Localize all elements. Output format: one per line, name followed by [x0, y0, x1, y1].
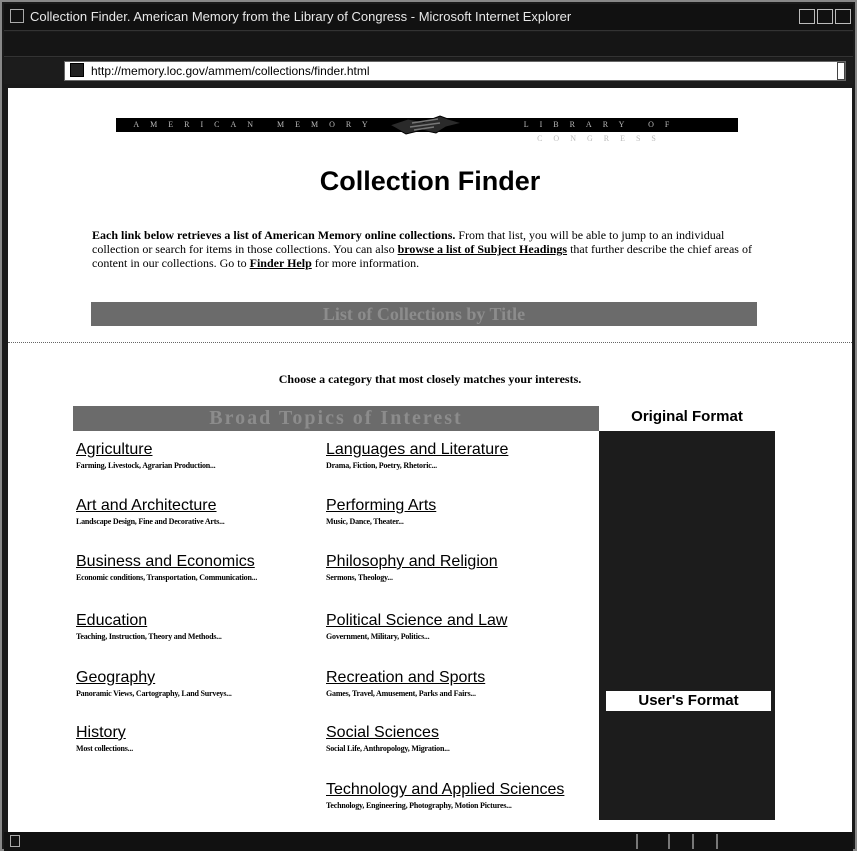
topic-link[interactable]: Philosophy and Religion [326, 553, 498, 571]
topic-description: Landscape Design, Fine and Decorative Ar… [76, 517, 225, 526]
address-bar: http://memory.loc.gov/ammem/collections/… [4, 58, 853, 84]
topic-link[interactable]: Technology and Applied Sciences [326, 781, 564, 799]
address-dropdown-button[interactable] [837, 62, 845, 80]
topic-link[interactable]: Performing Arts [326, 497, 436, 515]
format-panel [599, 431, 775, 820]
topic-link[interactable]: Education [76, 612, 222, 630]
toolbar [4, 32, 853, 57]
finder-help-link[interactable]: Finder Help [250, 256, 312, 270]
topic-description: Drama, Fiction, Poetry, Rhetoric... [326, 461, 437, 470]
intro-paragraph: Each link below retrieves a list of Amer… [92, 228, 767, 270]
topic-link[interactable]: Geography [76, 669, 232, 687]
status-bar [4, 832, 853, 851]
banner-left-text: AMERICAN MEMORY [133, 120, 379, 129]
page-icon [70, 63, 84, 77]
topic-geography: Geography Panoramic Views, Cartography, … [76, 669, 232, 698]
collections-by-title-button[interactable]: List of Collections by Title [91, 302, 757, 326]
topic-link[interactable]: Languages and Literature [326, 441, 508, 459]
topic-description: Teaching, Instruction, Theory and Method… [76, 632, 222, 641]
topic-social-sciences: Social Sciences Social Life, Anthropolog… [326, 724, 450, 753]
status-divider [692, 834, 694, 849]
american-memory-banner[interactable]: AMERICAN MEMORY LIBRARY OF CONGRESS [116, 115, 738, 143]
status-divider [716, 834, 718, 849]
topic-technology-and-applied-sciences: Technology and Applied Sciences Technolo… [326, 781, 564, 810]
window-title: Collection Finder. American Memory from … [30, 9, 572, 24]
topic-description: Music, Dance, Theater... [326, 517, 404, 526]
topic-link[interactable]: Business and Economics [76, 553, 257, 571]
topic-link[interactable]: Agriculture [76, 441, 215, 459]
topic-description: Social Life, Anthropology, Migration... [326, 744, 450, 753]
title-bar: Collection Finder. American Memory from … [4, 4, 853, 31]
topic-description: Games, Travel, Amusement, Parks and Fair… [326, 689, 476, 698]
status-divider [668, 834, 670, 849]
original-format-header: Original Format [631, 408, 743, 425]
status-page-icon [10, 835, 20, 847]
browser-window: Collection Finder. American Memory from … [0, 0, 857, 851]
topic-link[interactable]: Political Science and Law [326, 612, 507, 630]
topic-languages-and-literature: Languages and Literature Drama, Fiction,… [326, 441, 508, 470]
topic-political-science-and-law: Political Science and Law Government, Mi… [326, 612, 507, 641]
page-title: Collection Finder [319, 166, 541, 196]
topic-link[interactable]: History [76, 724, 133, 742]
topic-description: Sermons, Theology... [326, 573, 393, 582]
subject-headings-link[interactable]: browse a list of Subject Headings [398, 242, 567, 256]
topic-business-and-economics: Business and Economics Economic conditio… [76, 553, 257, 582]
divider [8, 342, 852, 343]
topic-link[interactable]: Recreation and Sports [326, 669, 485, 687]
intro-lead: Each link below retrieves a list of Amer… [92, 228, 456, 242]
close-button[interactable] [835, 9, 851, 24]
topic-education: Education Teaching, Instruction, Theory … [76, 612, 222, 641]
address-input[interactable]: http://memory.loc.gov/ammem/collections/… [64, 61, 846, 81]
maximize-button[interactable] [817, 9, 833, 24]
topic-philosophy-and-religion: Philosophy and Religion Sermons, Theolog… [326, 553, 498, 582]
topic-description: Farming, Livestock, Agrarian Production.… [76, 461, 216, 470]
minimize-button[interactable] [799, 9, 815, 24]
topic-link[interactable]: Art and Architecture [76, 497, 225, 515]
topic-description: Economic conditions, Transportation, Com… [76, 573, 258, 582]
topic-link[interactable]: Social Sciences [326, 724, 450, 742]
banner-right-text: LIBRARY OF CONGRESS [523, 120, 681, 143]
broad-topics-header: Broad Topics of Interest [73, 406, 599, 431]
ie-app-icon[interactable] [10, 9, 24, 23]
topic-description: Most collections... [76, 744, 134, 753]
topic-art-and-architecture: Art and Architecture Landscape Design, F… [76, 497, 225, 526]
topic-performing-arts: Performing Arts Music, Dance, Theater... [326, 497, 436, 526]
intro-text-3: for more information. [311, 256, 420, 270]
topic-recreation-and-sports: Recreation and Sports Games, Travel, Amu… [326, 669, 485, 698]
topic-history: History Most collections... [76, 724, 133, 753]
topic-description: Government, Military, Politics... [326, 632, 430, 641]
users-format-header: User's Format [606, 691, 771, 711]
topic-agriculture: Agriculture Farming, Livestock, Agrarian… [76, 441, 216, 470]
flag-emblem-icon [388, 115, 464, 135]
choose-category-text: Choose a category that most closely matc… [278, 372, 582, 386]
topics-list: Agriculture Farming, Livestock, Agrarian… [73, 431, 599, 826]
page-viewport: AMERICAN MEMORY LIBRARY OF CONGRESS Coll… [8, 88, 852, 832]
topic-description: Technology, Engineering, Photography, Mo… [326, 801, 512, 810]
topic-description: Panoramic Views, Cartography, Land Surve… [76, 689, 232, 698]
status-divider [636, 834, 638, 849]
